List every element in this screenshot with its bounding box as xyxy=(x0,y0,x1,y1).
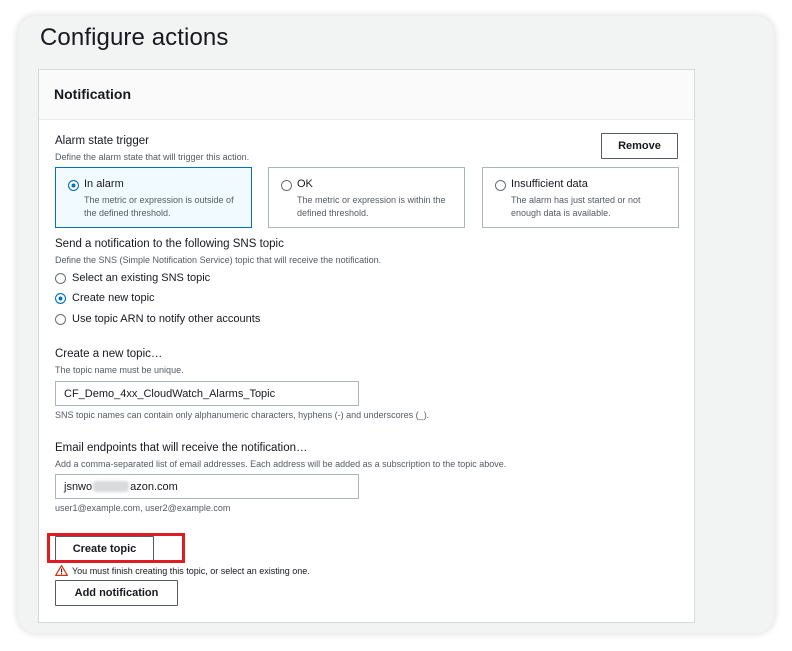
radio-insufficient-data[interactable] xyxy=(495,180,506,191)
tile-description: The alarm has just started or not enough… xyxy=(511,195,641,218)
warning-message: You must finish creating this topic, or … xyxy=(55,565,310,576)
tile-title: In alarm xyxy=(84,178,124,190)
alarm-state-tile-in-alarm[interactable]: In alarm The metric or expression is out… xyxy=(55,167,252,228)
new-topic-description: The topic name must be unique. xyxy=(55,365,184,375)
new-topic-label: Create a new topic… xyxy=(55,348,163,360)
tile-description: The metric or expression is within the d… xyxy=(297,195,446,218)
page-title: Configure actions xyxy=(40,24,229,51)
remove-button[interactable]: Remove xyxy=(601,133,678,159)
radio-label: Create new topic xyxy=(72,292,155,304)
topic-name-value: CF_Demo_4xx_CloudWatch_Alarms_Topic xyxy=(64,387,276,400)
redacted-blur xyxy=(93,481,130,492)
alarm-state-tile-insufficient-data[interactable]: Insufficient data The alarm has just sta… xyxy=(482,167,679,228)
topic-name-constraint: SNS topic names can contain only alphanu… xyxy=(55,410,430,420)
radio-in-alarm[interactable] xyxy=(68,180,79,191)
email-endpoints-hint: user1@example.com, user2@example.com xyxy=(55,503,231,513)
email-endpoints-input[interactable]: jsnwo azon.com xyxy=(55,474,359,499)
topic-name-input[interactable]: CF_Demo_4xx_CloudWatch_Alarms_Topic xyxy=(55,381,359,406)
email-value-suffix: azon.com xyxy=(130,480,178,493)
sns-description: Define the SNS (Simple Notification Serv… xyxy=(55,255,382,265)
alarm-state-tile-ok[interactable]: OK The metric or expression is within th… xyxy=(268,167,465,228)
radio-create-new-topic[interactable] xyxy=(55,292,66,304)
radio-ok[interactable] xyxy=(281,180,292,191)
add-notification-button[interactable]: Add notification xyxy=(55,580,178,606)
sns-option-topic-arn[interactable]: Use topic ARN to notify other accounts xyxy=(55,313,260,325)
radio-label: Use topic ARN to notify other accounts xyxy=(72,313,261,325)
alarm-state-description: Define the alarm state that will trigger… xyxy=(55,152,250,162)
alarm-state-label: Alarm state trigger xyxy=(55,135,149,147)
sns-option-existing[interactable]: Select an existing SNS topic xyxy=(55,272,210,284)
tile-title: Insufficient data xyxy=(511,178,588,190)
email-endpoints-description: Add a comma-separated list of email addr… xyxy=(55,459,507,469)
tile-title: OK xyxy=(297,178,313,190)
panel-header: Notification xyxy=(39,70,694,120)
radio-existing-topic[interactable] xyxy=(55,272,66,284)
sns-option-create-new[interactable]: Create new topic xyxy=(55,292,155,304)
warning-icon xyxy=(55,565,68,576)
sns-label: Send a notification to the following SNS… xyxy=(55,238,284,250)
warning-text: You must finish creating this topic, or … xyxy=(72,565,310,576)
radio-topic-arn[interactable] xyxy=(55,313,66,325)
highlight-annotation xyxy=(47,533,185,563)
email-value-prefix: jsnwo xyxy=(64,480,93,493)
email-endpoints-label: Email endpoints that will receive the no… xyxy=(55,442,308,454)
tile-description: The metric or expression is outside of t… xyxy=(84,195,234,218)
radio-label: Select an existing SNS topic xyxy=(72,272,211,284)
